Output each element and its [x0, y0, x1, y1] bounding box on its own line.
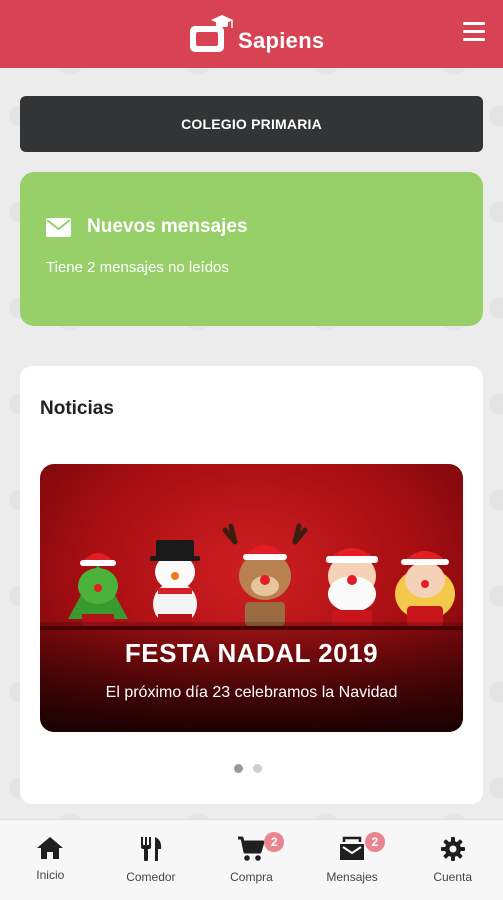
mensajes-badge: 2 — [364, 832, 385, 852]
slide-text: El próximo día 23 celebramos la Navidad — [105, 684, 398, 701]
logo-icon — [190, 15, 233, 52]
tab-label: Comedor — [126, 870, 176, 884]
carousel-dots — [234, 764, 262, 773]
hamburger-icon — [463, 22, 485, 25]
carousel-dot-1[interactable] — [234, 764, 243, 773]
tab-compra[interactable]: Compra 2 — [201, 820, 302, 900]
girl-character — [395, 551, 455, 626]
gear-icon — [440, 837, 465, 861]
tab-cuenta[interactable]: Cuenta — [402, 820, 503, 900]
new-messages-subtitle: Tiene 2 mensajes no leídos — [46, 259, 229, 276]
hamburger-menu-button[interactable] — [463, 22, 485, 42]
new-messages-card[interactable]: Nuevos mensajes Tiene 2 mensajes no leíd… — [20, 172, 483, 326]
bottom-tab-bar: Inicio Comedor Compra 2 Mensajes 2 Cuent… — [0, 819, 503, 900]
tab-label: Compra — [230, 870, 273, 884]
reindeer-character — [222, 523, 308, 626]
envelope-icon — [46, 217, 71, 237]
news-title: Noticias — [40, 398, 114, 419]
tab-mensajes[interactable]: Mensajes 2 — [302, 820, 403, 900]
home-icon — [37, 837, 64, 859]
cart-icon — [238, 836, 265, 861]
tab-label: Inicio — [36, 868, 65, 882]
news-slide[interactable]: FESTA NADAL 2019 El próximo día 23 celeb… — [40, 464, 463, 732]
hamburger-icon-line — [463, 38, 485, 41]
tab-label: Cuenta — [433, 870, 473, 884]
inbox-icon — [340, 836, 365, 860]
app-logo: Sapiens — [188, 8, 324, 56]
snowman-character — [150, 540, 200, 626]
hamburger-icon-line — [463, 30, 485, 33]
compra-badge: 2 — [264, 832, 285, 852]
app-header: Sapiens — [0, 0, 503, 68]
news-card: Noticias FESTA NADAL 2019 El próximo día… — [20, 366, 483, 804]
app-name: Sapiens — [238, 28, 325, 53]
fork-knife-icon — [140, 837, 162, 861]
carousel-dot-2[interactable] — [253, 764, 262, 773]
tab-comedor[interactable]: Comedor — [101, 820, 202, 900]
santa-character — [326, 548, 378, 626]
slide-title: FESTA NADAL 2019 — [124, 638, 379, 668]
tree-character — [68, 553, 128, 628]
tab-label: Mensajes — [326, 870, 378, 884]
new-messages-title: Nuevos mensajes — [87, 216, 248, 237]
school-selector-button[interactable]: COLEGIO PRIMARIA — [20, 96, 483, 152]
tab-inicio[interactable]: Inicio — [0, 820, 101, 900]
new-messages-title-row: Nuevos mensajes — [46, 216, 248, 238]
